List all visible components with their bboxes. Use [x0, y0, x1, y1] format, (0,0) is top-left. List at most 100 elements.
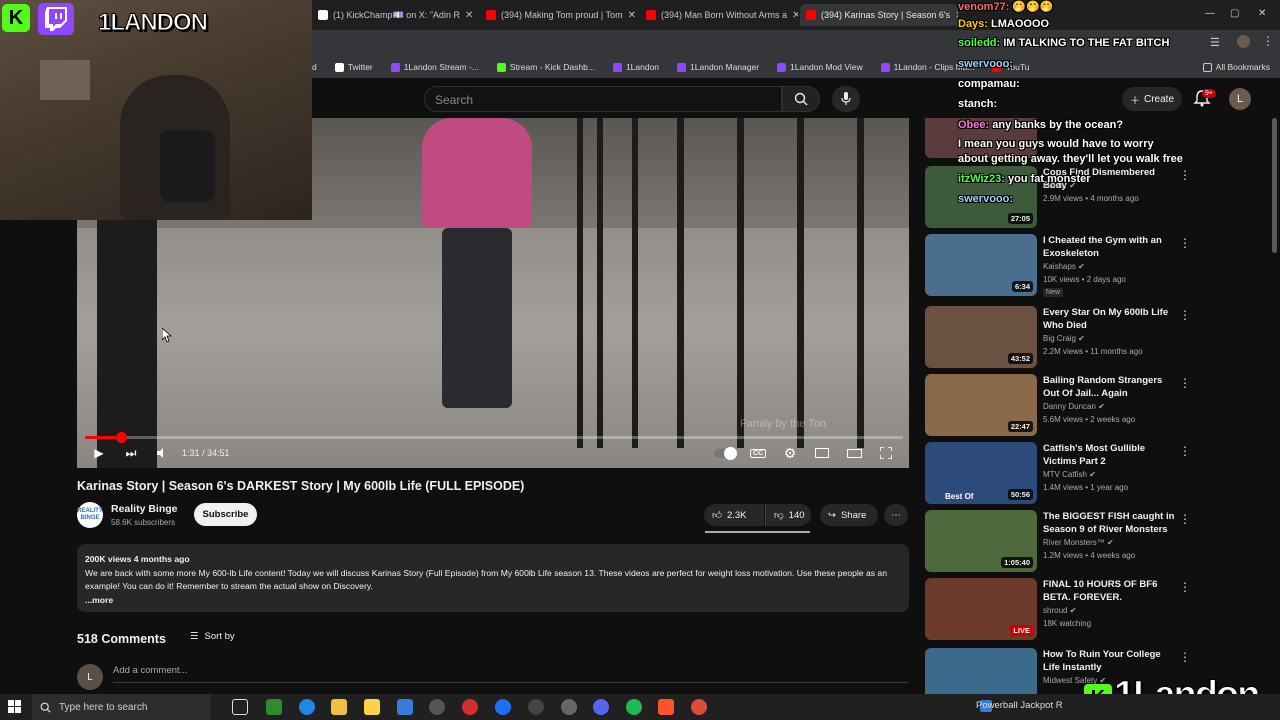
recommended-video[interactable]: 22:47 Bailing Random Strangers Out Of Jai…	[925, 374, 1195, 438]
progress-scrubber[interactable]	[115, 432, 127, 443]
share-button[interactable]: ↪ Share	[820, 504, 878, 526]
bookmark-1landon-mod-view[interactable]: 1Landon Mod View	[777, 62, 863, 72]
subtitles-button[interactable]: CC	[749, 444, 767, 462]
subscribe-button[interactable]: Subscribe	[194, 503, 257, 526]
recommended-channel[interactable]: Kaishaps ✔	[1043, 262, 1085, 271]
recommended-channel[interactable]: Danny Duncan ✔	[1043, 402, 1105, 411]
sort-by-button[interactable]: ☰ Sort by	[190, 631, 235, 642]
progress-bar[interactable]	[85, 436, 903, 439]
settings-gear-icon[interactable]: ⚙	[781, 444, 799, 462]
tab-man-born-without-arms[interactable]: (394) Man Born Without Arms a ✕	[640, 4, 798, 26]
more-options-icon[interactable]: ⋮	[1179, 236, 1191, 250]
video-title: Karinas Story | Season 6's DARKEST Story…	[77, 479, 525, 493]
tab-kickchamp[interactable]: (1) KickChamp💷 on X: "Adin R ✕	[312, 4, 478, 26]
close-icon[interactable]: ✕	[792, 10, 798, 21]
video-thumbnail[interactable]: LIVE	[925, 578, 1037, 640]
video-thumbnail[interactable]: 6:34	[925, 234, 1037, 296]
more-options-icon[interactable]: ⋮	[1179, 444, 1191, 458]
app-icon[interactable]	[495, 699, 511, 715]
recommended-title[interactable]: Catfish's Most Gullible Victims Part 2	[1043, 442, 1178, 468]
voice-search-button[interactable]	[832, 86, 860, 112]
close-icon[interactable]: ✕	[628, 10, 636, 21]
theater-mode-icon[interactable]	[845, 444, 863, 462]
windows-start-icon[interactable]	[8, 700, 22, 714]
volume-icon[interactable]	[153, 444, 171, 462]
recommended-video[interactable]: LIVE FINAL 10 HOURS OF BF6 BETA. FOREVER.…	[925, 578, 1195, 642]
add-comment-input[interactable]: Add a comment...	[113, 665, 909, 683]
mouse-cursor-icon	[162, 328, 172, 342]
recommended-title[interactable]: I Cheated the Gym with an Exoskeleton	[1043, 234, 1178, 260]
more-actions-button[interactable]: ⋯	[884, 504, 908, 526]
more-options-icon[interactable]: ⋮	[1179, 308, 1191, 322]
bookmark-twitter[interactable]: Twitter	[334, 62, 373, 72]
search-input[interactable]: Search	[424, 86, 782, 112]
recommended-channel[interactable]: shroud ✔	[1043, 606, 1076, 615]
recording-app-icon[interactable]	[462, 699, 478, 715]
video-thumbnail[interactable]: Best Of 50:56	[925, 442, 1037, 504]
more-icon: ⋯	[891, 509, 901, 521]
sticky-notes-icon[interactable]	[364, 699, 380, 715]
more-options-icon[interactable]: ⋮	[1179, 512, 1191, 526]
more-options-icon[interactable]: ⋮	[1179, 580, 1191, 594]
fullscreen-icon[interactable]	[877, 444, 895, 462]
recommended-video[interactable]: 6:34 I Cheated the Gym with an Exoskeleto…	[925, 234, 1195, 298]
dislike-button[interactable]: 👎︎ 140	[765, 504, 811, 526]
bookmark-1landon-manager[interactable]: 1Landon Manager	[677, 62, 759, 72]
recommended-meta: 1.2M views • 4 weeks ago	[1043, 551, 1136, 560]
news-widget[interactable]: Powerball Jackpot R	[976, 700, 1063, 711]
app-icon[interactable]	[561, 699, 577, 715]
recommended-video[interactable]: 1:05:40 The BIGGEST FISH caught in Season…	[925, 510, 1195, 574]
bookmark-item[interactable]: d	[312, 62, 317, 72]
calculator-icon[interactable]	[397, 699, 413, 715]
like-button[interactable]: 👍︎ 2.3K	[704, 504, 764, 526]
thumbnail-label: Best Of	[945, 492, 974, 501]
verified-icon: ✔	[1078, 262, 1085, 271]
xbox-icon[interactable]	[266, 699, 282, 715]
spotify-icon[interactable]	[626, 699, 642, 715]
video-thumbnail[interactable]: 22:47	[925, 374, 1037, 436]
recommended-title[interactable]: Every Star On My 600lb Life Who Died	[1043, 306, 1178, 332]
channel-name[interactable]: Reality Binge	[111, 503, 178, 515]
recommended-channel[interactable]: River Monsters™ ✔	[1043, 538, 1114, 547]
play-button[interactable]: ▶	[90, 444, 108, 462]
video-thumbnail[interactable]: 43:52	[925, 306, 1037, 368]
recommended-title[interactable]: Bailing Random Strangers Out Of Jail... …	[1043, 374, 1178, 400]
file-explorer-icon[interactable]	[331, 699, 347, 715]
chrome-icon[interactable]	[691, 699, 707, 715]
next-button[interactable]: ⏭	[122, 444, 140, 462]
bookmark-1landon-stream[interactable]: 1Landon Stream -...	[390, 62, 479, 72]
more-options-icon[interactable]: ⋮	[1179, 376, 1191, 390]
tab-karinas-story[interactable]: (394) Karinas Story | Season 6's ✕	[800, 4, 958, 26]
recommended-video[interactable]: 43:52 Every Star On My 600lb Life Who Die…	[925, 306, 1195, 370]
chat-message: soiledd: IM TALKING TO THE FAT BITCH	[958, 37, 1169, 49]
discord-icon[interactable]	[593, 699, 609, 715]
settings-icon[interactable]	[429, 699, 445, 715]
task-view-icon[interactable]	[232, 699, 248, 715]
autoplay-toggle[interactable]	[712, 444, 738, 462]
recommended-title[interactable]: How To Ruin Your College Life Instantly	[1043, 648, 1178, 674]
speaker-icon	[157, 448, 163, 458]
edge-icon[interactable]	[299, 699, 315, 715]
tab-making-tom-proud[interactable]: (394) Making Tom proud | Tom ✕	[480, 4, 638, 26]
close-icon[interactable]: ✕	[465, 10, 473, 21]
search-button[interactable]	[782, 86, 820, 112]
more-options-icon[interactable]: ⋮	[1179, 650, 1191, 664]
description-box[interactable]: 200K views 4 months ago We are back with…	[77, 544, 909, 612]
bookmark-1landon[interactable]: 1Landon	[612, 62, 659, 72]
show-more-link[interactable]: ...more	[85, 594, 901, 608]
chat-message: Obee: any banks by the ocean?	[958, 119, 1123, 131]
recommended-title[interactable]: FINAL 10 HOURS OF BF6 BETA. FOREVER.	[1043, 578, 1178, 604]
taskbar-search[interactable]: Type here to search	[32, 694, 210, 720]
video-thumbnail[interactable]: 1:05:40	[925, 510, 1037, 572]
recommended-channel[interactable]: Big Craig ✔	[1043, 334, 1085, 343]
brave-icon[interactable]	[658, 699, 674, 715]
video-fence-bar	[632, 118, 638, 448]
obs-icon[interactable]	[528, 699, 544, 715]
channel-avatar[interactable]: REALITY BINGE	[77, 502, 103, 528]
recommended-channel[interactable]: MTV Catfish ✔	[1043, 470, 1096, 479]
recommended-title[interactable]: The BIGGEST FISH caught in Season 9 of R…	[1043, 510, 1178, 536]
bookmark-kick-dashboard[interactable]: Stream - Kick Dashb...	[496, 62, 595, 72]
miniplayer-icon[interactable]	[813, 444, 831, 462]
recommended-video[interactable]: Best Of 50:56 Catfish's Most Gullible Vict…	[925, 442, 1195, 506]
more-options-icon[interactable]: ⋮	[1179, 168, 1191, 182]
